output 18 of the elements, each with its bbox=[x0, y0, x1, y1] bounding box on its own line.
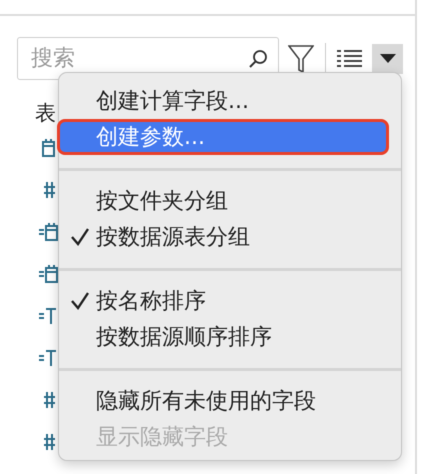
menu-item[interactable]: 创建计算字段... bbox=[59, 83, 401, 119]
filter-icon[interactable] bbox=[288, 44, 314, 74]
list-view-icon[interactable] bbox=[337, 48, 362, 68]
menu-item[interactable]: 隐藏所有未使用的字段 bbox=[59, 383, 401, 419]
menu-item[interactable]: 按数据源表分组 bbox=[59, 219, 401, 255]
calculated-date-icon bbox=[39, 264, 59, 284]
caret-icon bbox=[380, 54, 396, 63]
search-icon[interactable] bbox=[248, 48, 268, 68]
calculated-text-icon bbox=[39, 306, 59, 326]
menu-item[interactable]: 按文件夹分组 bbox=[59, 183, 401, 219]
dropdown-button[interactable] bbox=[372, 44, 403, 74]
search-input[interactable]: 搜索 bbox=[18, 45, 248, 72]
menu-item[interactable]: 按数据源顺序排序 bbox=[59, 319, 401, 355]
menu-item[interactable]: 创建参数... bbox=[57, 119, 389, 155]
calculated-date-icon bbox=[39, 222, 59, 242]
section-heading: 表 bbox=[35, 100, 56, 127]
calculated-text-icon bbox=[39, 348, 59, 368]
menu-item[interactable]: 按名称排序 bbox=[59, 283, 401, 319]
